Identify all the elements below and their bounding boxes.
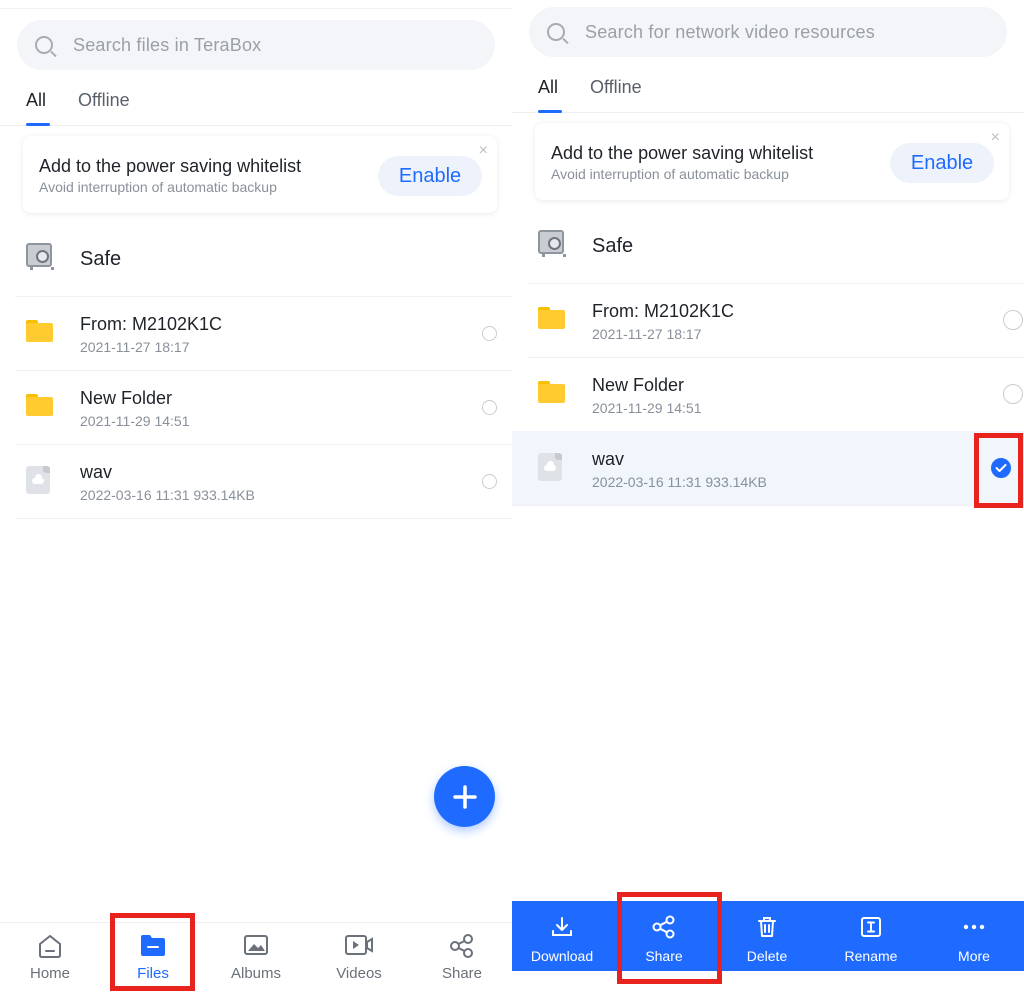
bottom-spacer <box>512 971 1024 994</box>
enable-button[interactable]: Enable <box>378 156 482 196</box>
more-icon <box>963 924 985 930</box>
close-icon[interactable]: × <box>479 143 488 159</box>
nav-videos[interactable]: Videos <box>309 923 409 994</box>
select-checkbox[interactable] <box>482 400 497 415</box>
tab-offline[interactable]: Offline <box>78 90 130 111</box>
nav-label: Share <box>441 965 483 982</box>
folder-icon <box>538 307 565 329</box>
file-name: wav <box>592 449 625 469</box>
folder-icon <box>26 394 53 416</box>
tab-offline[interactable]: Offline <box>590 77 642 98</box>
highlight-share-button <box>617 892 722 984</box>
home-icon <box>39 934 61 958</box>
plus-icon <box>452 784 477 809</box>
tab-all[interactable]: All <box>538 77 558 98</box>
action-label: More <box>958 948 990 964</box>
tab-all[interactable]: All <box>26 90 46 111</box>
rename-button[interactable]: Rename <box>821 901 921 971</box>
selection-action-bar: Download Share Delete Rename More <box>512 901 1024 971</box>
file-meta: 2021-11-29 14:51 <box>80 413 190 429</box>
file-row[interactable]: New Folder 2021-11-29 14:51 <box>15 370 512 445</box>
close-icon[interactable]: × <box>991 130 1000 146</box>
file-meta: 2021-11-27 18:17 <box>592 326 702 342</box>
delete-button[interactable]: Delete <box>717 901 817 971</box>
search-bar[interactable]: Search files in TeraBox <box>17 20 495 70</box>
power-saving-banner: Add to the power saving whitelist Avoid … <box>23 136 497 213</box>
tab-bar: All Offline <box>512 69 1024 113</box>
folder-icon <box>26 320 53 342</box>
safe-row[interactable]: Safe <box>527 209 1024 284</box>
files-screen-left: Search files in TeraBox All Offline Add … <box>0 0 512 994</box>
nav-home[interactable]: Home <box>0 923 100 994</box>
file-meta: 2021-11-29 14:51 <box>592 400 702 416</box>
highlight-checkbox <box>974 433 1023 508</box>
file-row[interactable]: From: M2102K1C 2021-11-27 18:17 <box>15 296 512 371</box>
banner-title: Add to the power saving whitelist <box>39 156 302 176</box>
nav-albums[interactable]: Albums <box>206 923 306 994</box>
select-checkbox[interactable] <box>1003 384 1023 404</box>
safe-icon <box>26 243 54 270</box>
albums-icon <box>244 935 268 955</box>
action-label: Download <box>530 948 594 964</box>
download-icon <box>552 917 572 936</box>
file-name: From: M2102K1C <box>80 314 223 334</box>
file-name: From: M2102K1C <box>592 301 735 321</box>
file-row[interactable]: New Folder 2021-11-29 14:51 <box>527 357 1024 432</box>
file-row[interactable]: From: M2102K1C 2021-11-27 18:17 <box>527 283 1024 358</box>
search-placeholder: Search files in TeraBox <box>73 34 262 55</box>
nav-label: Albums <box>230 965 282 982</box>
files-screen-right: Search for network video resources All O… <box>512 0 1024 994</box>
safe-icon <box>538 230 566 257</box>
select-checkbox[interactable] <box>482 326 497 341</box>
select-checkbox[interactable] <box>482 474 497 489</box>
action-label: Rename <box>844 948 898 964</box>
nav-label: Videos <box>336 965 382 982</box>
search-placeholder: Search for network video resources <box>585 21 875 42</box>
banner-subtitle: Avoid interruption of automatic backup <box>39 179 277 195</box>
trash-icon <box>758 917 776 937</box>
more-button[interactable]: More <box>924 901 1024 971</box>
share-icon <box>450 934 473 958</box>
search-bar[interactable]: Search for network video resources <box>529 7 1007 57</box>
file-meta: 2022-03-16 11:31 933.14KB <box>80 487 255 503</box>
divider <box>0 8 512 9</box>
file-row[interactable]: wav 2022-03-16 11:31 933.14KB <box>15 444 512 519</box>
file-name: New Folder <box>80 388 173 408</box>
safe-label: Safe <box>592 235 634 257</box>
banner-title: Add to the power saving whitelist <box>551 143 814 163</box>
file-meta: 2022-03-16 11:31 933.14KB <box>592 474 767 490</box>
file-meta: 2021-11-27 18:17 <box>80 339 190 355</box>
rename-icon <box>861 917 881 937</box>
tab-bar: All Offline <box>0 82 512 126</box>
nav-share[interactable]: Share <box>412 923 512 994</box>
select-checkbox[interactable] <box>1003 310 1023 330</box>
cloud-file-icon <box>26 466 50 494</box>
nav-label: Home <box>29 965 70 982</box>
bottom-nav: Home Files Albums Videos Share <box>0 922 512 994</box>
download-button[interactable]: Download <box>512 901 612 971</box>
file-name: wav <box>80 462 113 482</box>
search-icon <box>547 23 565 41</box>
tab-active-indicator <box>538 110 562 113</box>
banner-subtitle: Avoid interruption of automatic backup <box>551 166 789 182</box>
add-button[interactable] <box>434 766 495 827</box>
enable-button[interactable]: Enable <box>890 143 994 183</box>
power-saving-banner: Add to the power saving whitelist Avoid … <box>535 123 1009 200</box>
tab-active-indicator <box>26 123 50 126</box>
cloud-file-icon <box>538 453 562 481</box>
file-name: New Folder <box>592 375 685 395</box>
file-row-selected[interactable]: wav 2022-03-16 11:31 933.14KB <box>512 431 1024 506</box>
folder-icon <box>538 381 565 403</box>
safe-label: Safe <box>80 248 122 270</box>
action-label: Delete <box>746 948 788 964</box>
highlight-files-tab <box>110 913 195 991</box>
safe-row[interactable]: Safe <box>15 222 512 297</box>
videos-icon <box>345 935 373 955</box>
search-icon <box>35 36 53 54</box>
